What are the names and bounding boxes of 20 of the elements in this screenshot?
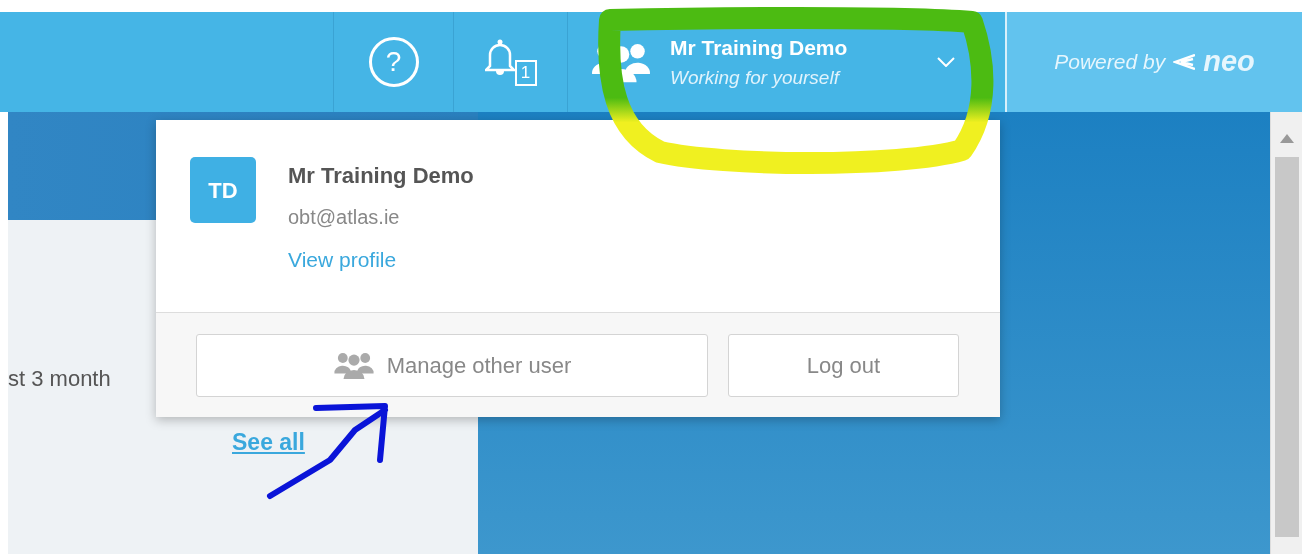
manage-users-button[interactable]: Manage other user	[196, 333, 708, 397]
chevron-down-icon	[937, 57, 955, 67]
account-email: obt@atlas.ie	[288, 205, 401, 230]
scrollbar-thumb[interactable]	[1274, 157, 1299, 537]
avatar: TD	[190, 157, 256, 223]
help-button[interactable]: ?	[368, 37, 419, 87]
notification-count: 1	[514, 60, 537, 86]
powered-by-label: Powered by	[1054, 49, 1166, 76]
user-context: Working for yourself	[670, 65, 842, 90]
account-name: Mr Training Demo	[288, 162, 474, 190]
users-icon	[332, 351, 375, 379]
users-icon	[590, 41, 652, 83]
wing-logo-icon	[1173, 54, 1196, 70]
user-name: Mr Training Demo	[670, 35, 849, 61]
scroll-up-icon[interactable]	[1279, 134, 1294, 143]
brand-name: neo	[1203, 44, 1255, 80]
see-all-link[interactable]: See all	[232, 425, 305, 460]
logout-button[interactable]: Log out	[728, 333, 959, 397]
summary-text: st 3 month	[8, 365, 111, 393]
view-profile-link[interactable]: View profile	[288, 244, 397, 276]
